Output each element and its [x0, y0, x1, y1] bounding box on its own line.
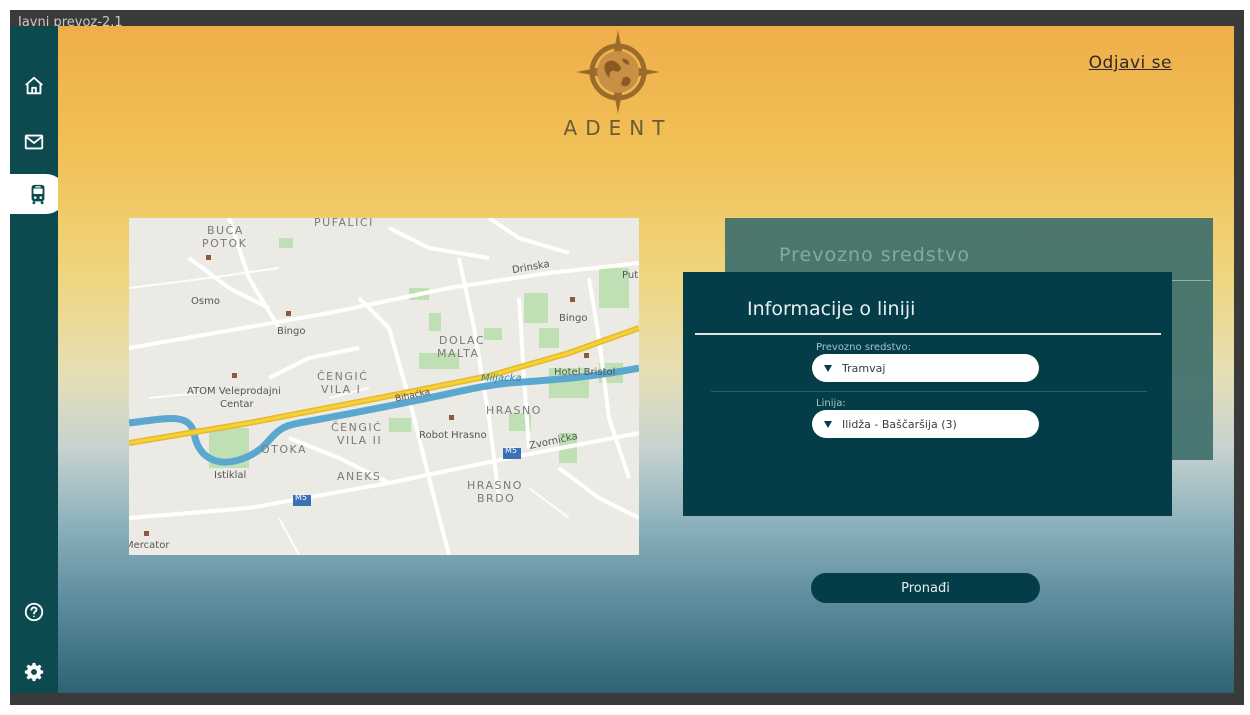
- vehicle-select-value: Tramvaj: [842, 361, 886, 375]
- vehicle-label: Prevozno sredstvo:: [816, 342, 911, 353]
- dropdown-arrow-icon: [824, 364, 832, 372]
- map-label: PUFALICI: [314, 218, 374, 229]
- mail-icon: [24, 134, 44, 150]
- map-label: ATOM Veleprodajni: [187, 386, 281, 397]
- map-label: POTOK: [202, 237, 248, 250]
- help-icon: [24, 602, 44, 622]
- city-map[interactable]: PUFALICI BUĆA POTOK Osmo Bingo Drinska P…: [129, 218, 639, 555]
- divider: [711, 391, 1147, 392]
- map-label: Put: [622, 270, 639, 281]
- sidebar: [10, 26, 66, 693]
- line-info-title: Informacije o liniji: [747, 298, 916, 320]
- bus-icon: [31, 184, 45, 205]
- help-button[interactable]: [10, 592, 58, 632]
- line-select[interactable]: Ilidža - Baščaršija (3): [812, 410, 1039, 438]
- map-label: Mercator: [129, 540, 170, 551]
- map-label: ANEKS: [337, 470, 382, 483]
- gear-icon: [24, 662, 44, 682]
- divider: [695, 333, 1161, 335]
- compass-logo-icon: [576, 30, 660, 114]
- messages-button[interactable]: [10, 122, 58, 162]
- line-label: Linija:: [816, 398, 846, 409]
- map-label: DOLAC: [439, 334, 486, 347]
- map-label: BUĆA: [207, 224, 244, 237]
- find-button[interactable]: Pronađi: [811, 573, 1040, 603]
- main-content: ADENT Odjavi se PUFALICI BUĆA POTOK Osmo…: [58, 26, 1234, 693]
- map-label: VILA I: [321, 383, 362, 396]
- line-select-value: Ilidža - Baščaršija (3): [842, 417, 957, 431]
- map-label: MALTA: [437, 347, 480, 360]
- map-label: VILA II: [337, 434, 383, 447]
- map-label: OTOKA: [261, 443, 308, 456]
- brand-name: ADENT: [563, 116, 673, 140]
- map-label: BRDO: [477, 492, 516, 505]
- dropdown-arrow-icon: [824, 420, 832, 428]
- home-button[interactable]: [10, 66, 58, 106]
- line-info-card: Informacije o liniji Prevozno sredstvo: …: [683, 272, 1172, 516]
- map-label: Osmo: [191, 296, 220, 307]
- map-label: HRASNO: [467, 479, 523, 492]
- map-label: Istiklal: [214, 470, 247, 481]
- map-label: M5: [295, 493, 307, 502]
- home-icon: [25, 76, 43, 95]
- map-label: Robot Hrasno: [419, 430, 487, 441]
- logout-link[interactable]: Odjavi se: [1089, 53, 1172, 73]
- vehicle-select[interactable]: Tramvaj: [812, 354, 1039, 382]
- map-label: ČENGIĆ: [331, 421, 383, 434]
- settings-button[interactable]: [10, 652, 58, 692]
- map-label: M5: [505, 446, 517, 455]
- map-label: HRASNO: [486, 404, 542, 417]
- map-label: Miljacka: [481, 373, 522, 384]
- map-label: Bingo: [277, 326, 306, 337]
- vehicle-card-title: Prevozno sredstvo: [779, 244, 971, 266]
- map-label: Hotel Bristol: [554, 367, 616, 378]
- map-label: Bingo: [559, 313, 588, 324]
- map-label: Centar: [220, 399, 254, 410]
- map-label: ČENGIĆ: [317, 370, 369, 383]
